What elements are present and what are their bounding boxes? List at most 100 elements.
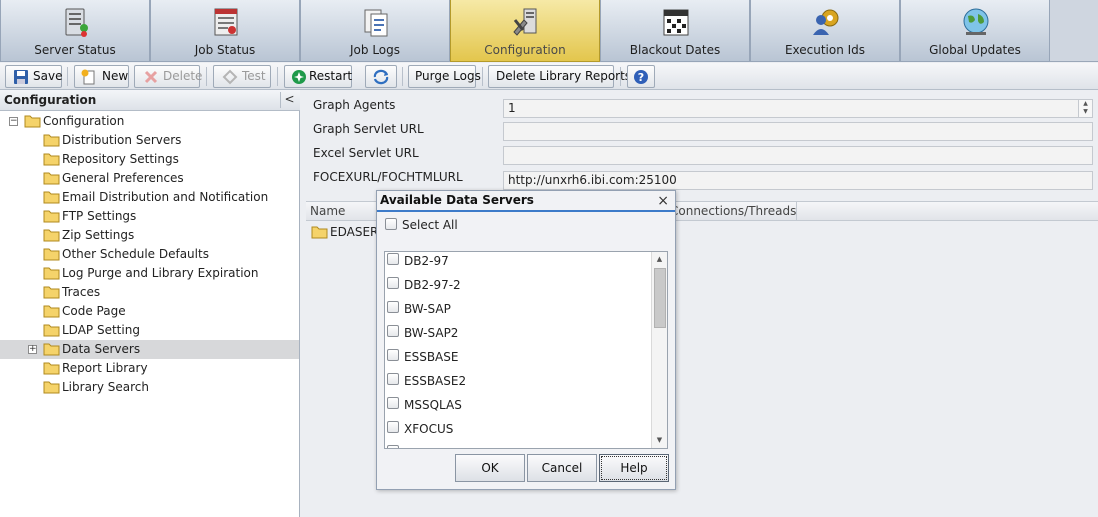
tree-node-data-servers[interactable]: + Data Servers bbox=[0, 340, 299, 359]
folder-icon bbox=[43, 210, 60, 223]
help-button[interactable]: ? bbox=[627, 65, 655, 88]
table-row[interactable]: EDASERV bbox=[311, 223, 381, 243]
tab-job-status[interactable]: Job Status bbox=[150, 0, 300, 62]
tab-execution-ids[interactable]: Execution Ids bbox=[750, 0, 900, 62]
checkbox[interactable] bbox=[387, 397, 399, 409]
tree-node-code-page[interactable]: Code Page bbox=[0, 302, 299, 321]
graph-servlet-url-field[interactable] bbox=[503, 122, 1093, 141]
spin-up-icon[interactable]: ▲ bbox=[1079, 100, 1092, 108]
main-tab-bar: Server Status Job Status Job Logs Config… bbox=[0, 0, 1098, 62]
list-item[interactable]: DB2-97 bbox=[385, 252, 651, 276]
focexurl-field[interactable]: http://unxrh6.ibi.com:25100 bbox=[503, 171, 1093, 190]
new-document-icon bbox=[81, 69, 95, 85]
tree-node-library-search[interactable]: Library Search bbox=[0, 378, 299, 397]
tab-configuration[interactable]: Configuration bbox=[450, 0, 600, 62]
server-name: DB2-97 bbox=[404, 254, 449, 268]
checkbox[interactable] bbox=[387, 253, 399, 265]
tree-node-ftp-settings[interactable]: FTP Settings bbox=[0, 207, 299, 226]
collapse-panel-button[interactable]: < bbox=[280, 92, 298, 108]
tab-job-logs[interactable]: Job Logs bbox=[300, 0, 450, 62]
list-item[interactable]: BW-SAP2 bbox=[385, 324, 651, 348]
tab-server-status[interactable]: Server Status bbox=[0, 0, 150, 62]
scroll-down-icon[interactable]: ▼ bbox=[652, 433, 667, 448]
folder-icon bbox=[43, 343, 60, 356]
checkbox[interactable] bbox=[387, 325, 399, 337]
restart-button[interactable]: Restart bbox=[284, 65, 352, 88]
graph-agents-spinner[interactable]: 1 ▲ ▼ bbox=[503, 99, 1093, 118]
excel-servlet-url-field[interactable] bbox=[503, 146, 1093, 165]
tree-node-log-purge-and-library-expiration[interactable]: Log Purge and Library Expiration bbox=[0, 264, 299, 283]
delete-icon bbox=[144, 70, 158, 84]
available-data-servers-dialog: Available Data Servers × Select All DB2-… bbox=[376, 190, 676, 490]
checkbox[interactable] bbox=[387, 277, 399, 289]
tab-label: Job Status bbox=[194, 43, 256, 57]
spinner-buttons[interactable]: ▲ ▼ bbox=[1078, 100, 1092, 117]
select-all-checkbox[interactable]: Select All bbox=[385, 217, 585, 235]
tab-blackout-dates[interactable]: Blackout Dates bbox=[600, 0, 750, 62]
folder-icon bbox=[311, 226, 328, 239]
refresh-button[interactable] bbox=[365, 65, 397, 88]
tab-global-updates[interactable]: Global Updates bbox=[900, 0, 1050, 62]
folder-icon bbox=[43, 362, 60, 375]
list-item[interactable]: XFOCUS bbox=[385, 420, 651, 444]
scroll-up-icon[interactable]: ▲ bbox=[652, 252, 667, 267]
server-name: MSSQLAS bbox=[404, 398, 462, 412]
property-label: Excel Servlet URL bbox=[313, 146, 419, 160]
server-name: DB2-97-2 bbox=[404, 278, 461, 292]
list-item[interactable]: ZZBSERV bbox=[385, 444, 651, 448]
delete-button[interactable]: Delete bbox=[134, 65, 202, 88]
expand-node-icon[interactable]: + bbox=[28, 345, 37, 354]
tree-node-repository-settings[interactable]: Repository Settings bbox=[0, 150, 299, 169]
tree-node-report-library[interactable]: Report Library bbox=[0, 359, 299, 378]
toolbar-separator bbox=[402, 67, 403, 86]
tree-node-configuration[interactable]: − Configuration bbox=[0, 112, 299, 131]
scroll-thumb[interactable] bbox=[654, 268, 666, 328]
data-servers-list[interactable]: DB2-97 DB2-97-2 BW-SAP BW-SAP2 ESSBASE ESSBAS… bbox=[384, 251, 668, 449]
checkbox[interactable] bbox=[387, 421, 399, 433]
checkbox[interactable] bbox=[387, 301, 399, 313]
configuration-icon bbox=[513, 8, 537, 36]
checkbox[interactable] bbox=[387, 373, 399, 385]
checkbox[interactable] bbox=[385, 218, 397, 230]
tree-node-general-preferences[interactable]: General Preferences bbox=[0, 169, 299, 188]
toolbar-separator bbox=[206, 67, 207, 86]
list-item[interactable]: ESSBASE2 bbox=[385, 372, 651, 396]
delete-library-reports-button[interactable]: Delete Library Reports bbox=[488, 65, 631, 88]
test-button[interactable]: Test bbox=[213, 65, 271, 88]
vertical-scrollbar[interactable]: ▲ ▼ bbox=[651, 252, 667, 448]
list-item[interactable]: MSSQLAS bbox=[385, 396, 651, 420]
checkbox[interactable] bbox=[387, 445, 399, 448]
new-button[interactable]: New bbox=[74, 65, 129, 88]
checkbox[interactable] bbox=[387, 349, 399, 361]
purge-logs-button[interactable]: Purge Logs bbox=[408, 65, 481, 88]
refresh-icon bbox=[373, 69, 389, 85]
save-button[interactable]: Save bbox=[5, 65, 62, 88]
folder-icon bbox=[43, 191, 60, 204]
collapse-node-icon[interactable]: − bbox=[9, 117, 18, 126]
server-status-icon bbox=[65, 8, 88, 37]
dialog-title: Available Data Servers bbox=[380, 193, 534, 207]
test-icon bbox=[222, 69, 238, 85]
calendar-icon bbox=[663, 9, 689, 36]
spin-down-icon[interactable]: ▼ bbox=[1079, 108, 1092, 116]
tree-node-traces[interactable]: Traces bbox=[0, 283, 299, 302]
tree-node-ldap-setting[interactable]: LDAP Setting bbox=[0, 321, 299, 340]
list-item[interactable]: DB2-97-2 bbox=[385, 276, 651, 300]
restart-icon bbox=[292, 70, 306, 84]
tree-node-zip-settings[interactable]: Zip Settings bbox=[0, 226, 299, 245]
select-all-label: Select All bbox=[402, 218, 458, 232]
cancel-button[interactable]: Cancel bbox=[527, 454, 597, 482]
server-name: ZZBSERV bbox=[404, 445, 460, 448]
graph-agents-value: 1 bbox=[508, 101, 516, 115]
help-button[interactable]: Help bbox=[599, 454, 669, 482]
close-icon[interactable]: × bbox=[657, 192, 669, 210]
tree-node-distribution-servers[interactable]: Distribution Servers bbox=[0, 131, 299, 150]
list-item[interactable]: BW-SAP bbox=[385, 300, 651, 324]
list-item[interactable]: ESSBASE bbox=[385, 348, 651, 372]
job-logs-icon bbox=[364, 9, 388, 37]
property-label: FOCEXURL/FOCHTMLURL bbox=[313, 170, 463, 184]
tree-node-email-distribution-and-notification[interactable]: Email Distribution and Notification bbox=[0, 188, 299, 207]
toolbar-separator bbox=[482, 67, 483, 86]
ok-button[interactable]: OK bbox=[455, 454, 525, 482]
tree-node-other-schedule-defaults[interactable]: Other Schedule Defaults bbox=[0, 245, 299, 264]
